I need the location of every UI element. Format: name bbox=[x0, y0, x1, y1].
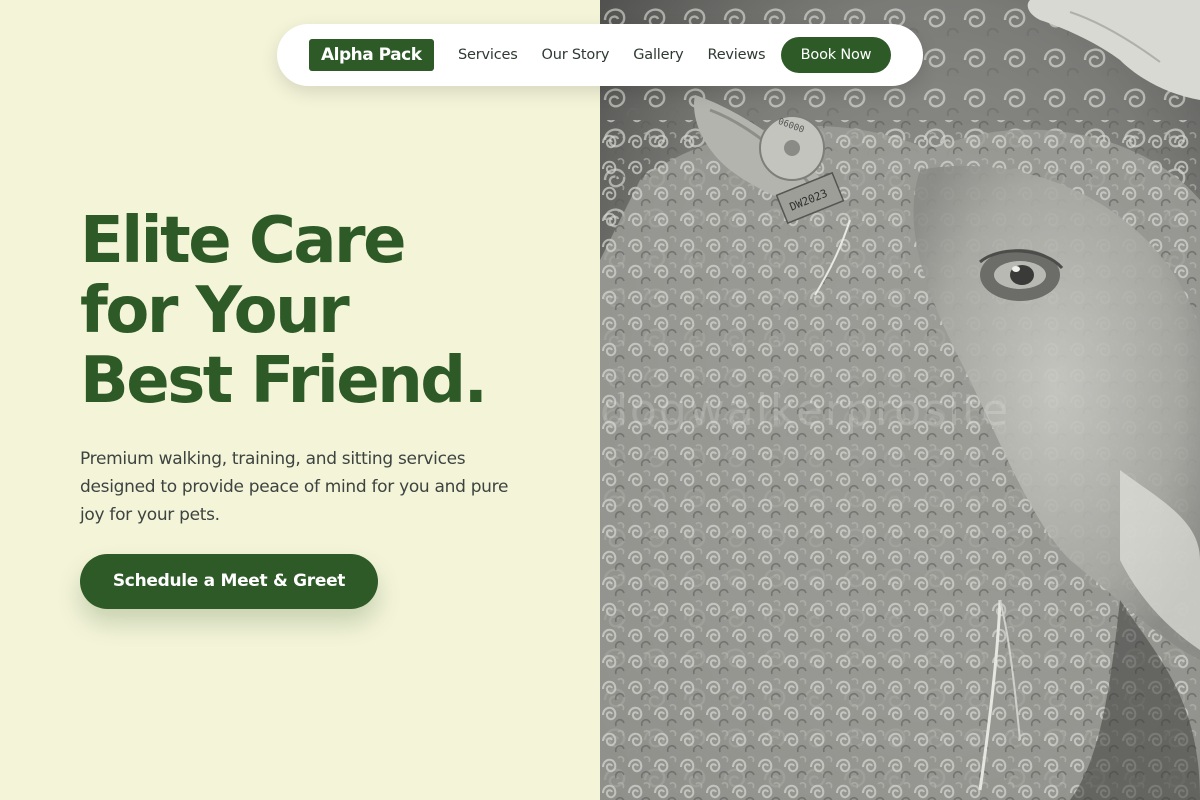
nav-link-services[interactable]: Services bbox=[458, 47, 518, 63]
nav-links: Services Our Story Gallery Reviews bbox=[458, 24, 789, 86]
hero-title-line-2: for Your bbox=[80, 274, 350, 348]
nav-link-gallery[interactable]: Gallery bbox=[633, 47, 683, 63]
nav-link-our-story[interactable]: Our Story bbox=[542, 47, 610, 63]
hero-title-line-3: Best Friend. bbox=[80, 344, 488, 418]
top-navbar: Alpha Pack Services Our Story Gallery Re… bbox=[277, 24, 923, 86]
hero-title: Elite Care for Your Best Friend. bbox=[80, 206, 580, 416]
hero-title-line-1: Elite Care bbox=[80, 204, 407, 278]
book-now-button[interactable]: Book Now bbox=[781, 37, 891, 73]
brand-logo[interactable]: Alpha Pack bbox=[309, 39, 434, 71]
hero-photo: 06000 DW2023 dogwalkerprosite bbox=[600, 0, 1200, 800]
hero-subtitle: Premium walking, training, and sitting s… bbox=[80, 449, 509, 525]
schedule-meet-greet-button[interactable]: Schedule a Meet & Greet bbox=[80, 554, 378, 609]
nav-link-reviews[interactable]: Reviews bbox=[707, 47, 765, 63]
photo-watermark: dogwalkerprosite bbox=[600, 385, 1011, 436]
